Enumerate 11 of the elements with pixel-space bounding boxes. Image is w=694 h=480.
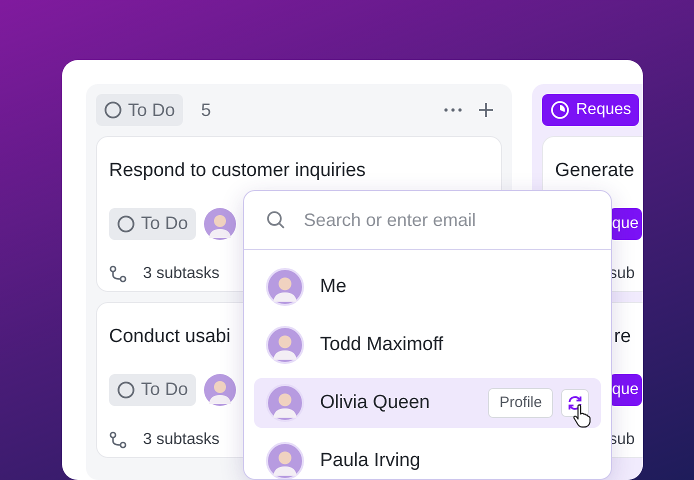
person-name: Paula Irving	[320, 448, 420, 473]
task-title: re	[614, 325, 631, 349]
task-title: Generate	[555, 159, 634, 183]
person-name: Me	[320, 274, 346, 299]
subtask-count: 3 subtasks	[143, 264, 220, 284]
person-name: Olivia Queen	[320, 390, 430, 415]
person-name: Todd Maximoff	[320, 332, 444, 357]
task-title: Conduct usabi	[109, 325, 230, 349]
task-title: Respond to customer inquiries	[109, 159, 366, 183]
subtask-count: 3 subtasks	[143, 430, 220, 450]
task-count: 5	[201, 98, 212, 122]
